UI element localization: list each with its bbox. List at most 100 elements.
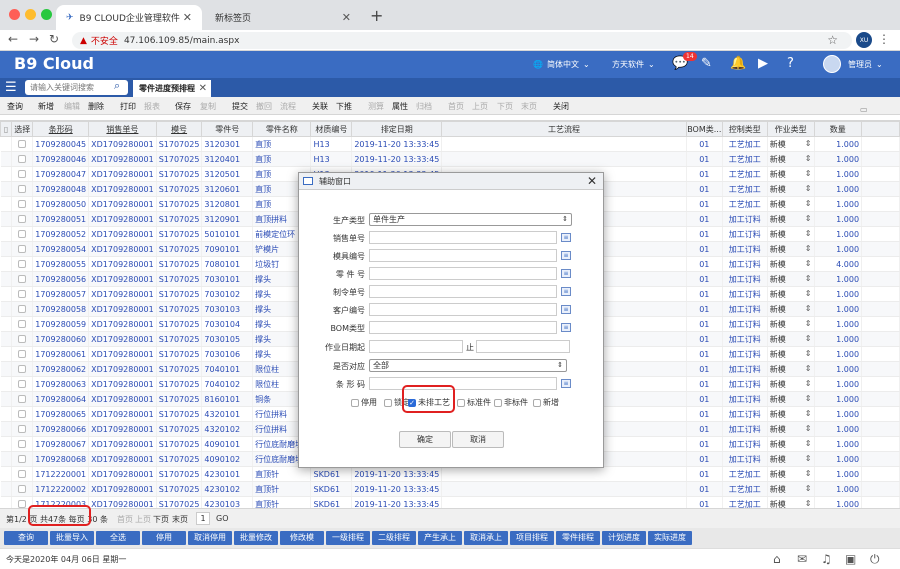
grid-header-5[interactable]: 零件名称 — [252, 121, 312, 137]
order-no-input[interactable] — [369, 285, 557, 298]
row-checkbox-cell[interactable] — [11, 406, 34, 422]
row-checkbox-cell[interactable] — [11, 481, 34, 497]
prod-type-select[interactable]: 单件生产 ⇕ — [369, 213, 572, 226]
grid-header-10[interactable]: 控制类型 — [721, 121, 768, 137]
toolbar-button-6[interactable]: 保存 — [175, 101, 191, 112]
toolbar-button-5[interactable]: 报表 — [144, 101, 160, 112]
action-button-2[interactable]: 全选 — [96, 531, 140, 545]
toolbar-button-2[interactable]: 编辑 — [64, 101, 80, 112]
row-checkbox-cell[interactable] — [11, 466, 34, 482]
row-checkbox-cell[interactable] — [11, 376, 34, 392]
sales-no-input[interactable] — [369, 231, 557, 244]
row-checkbox[interactable] — [18, 455, 27, 463]
row-checkbox-cell[interactable] — [11, 346, 34, 362]
action-button-1[interactable]: 批量导入 — [50, 531, 94, 545]
row-checkbox[interactable] — [18, 200, 27, 208]
toolbar-button-15[interactable]: 归档 — [416, 101, 432, 112]
part-no-input[interactable] — [369, 267, 557, 280]
work-type-select[interactable]: 新模 — [770, 380, 786, 389]
row-checkbox[interactable] — [18, 245, 27, 253]
dialog-close-icon[interactable]: ✕ — [587, 173, 597, 190]
pager-last-button[interactable]: 末页 — [172, 514, 188, 525]
window-close-button[interactable] — [9, 9, 20, 20]
row-checkbox-cell[interactable] — [11, 256, 34, 272]
work-type-select[interactable]: 新模 — [770, 425, 786, 434]
row-checkbox-cell[interactable] — [11, 166, 34, 182]
collapse-icon[interactable]: ▭ — [860, 105, 868, 114]
option-4[interactable]: 非标件 — [494, 397, 528, 408]
toolbar-button-20[interactable]: 关闭 — [553, 101, 569, 112]
table-row[interactable]: 1712220002 XD1709280001 S1707025 4230102 直顶针… — [0, 481, 900, 497]
row-checkbox[interactable] — [18, 395, 27, 403]
work-type-select[interactable]: 新模 — [770, 260, 786, 269]
toolbar-button-16[interactable]: 首页 — [448, 101, 464, 112]
work-type-select[interactable]: 新模 — [770, 140, 786, 149]
row-checkbox[interactable] — [18, 230, 27, 238]
action-button-4[interactable]: 取消停用 — [188, 531, 232, 545]
row-checkbox-cell[interactable] — [11, 136, 34, 152]
row-checkbox[interactable] — [18, 155, 27, 163]
close-tab-new-icon[interactable]: ✕ — [342, 11, 351, 24]
grid-header-4[interactable]: 零件号 — [201, 121, 254, 137]
row-checkbox-cell[interactable] — [11, 151, 34, 167]
grid-header-7[interactable]: 排定日期 — [351, 121, 443, 137]
mold-no-picker-icon[interactable]: ≡ — [561, 251, 571, 260]
table-row[interactable]: 1712220001 XD1709280001 S1707025 4230101 直顶针… — [0, 466, 900, 482]
toolbar-button-10[interactable]: 流程 — [280, 101, 296, 112]
part-no-picker-icon[interactable]: ≡ — [561, 269, 571, 278]
action-button-3[interactable]: 停用 — [142, 531, 186, 545]
row-checkbox[interactable] — [18, 275, 27, 283]
pager-prev-button[interactable]: 上页 — [135, 514, 151, 525]
row-checkbox[interactable] — [18, 305, 27, 313]
bom-type-picker-icon[interactable]: ≡ — [561, 323, 571, 332]
row-checkbox-cell[interactable] — [11, 316, 34, 332]
work-type-select[interactable]: 新模 — [770, 185, 786, 194]
toolbar-button-19[interactable]: 末页 — [521, 101, 537, 112]
work-type-select[interactable]: 新模 — [770, 440, 786, 449]
toolbar-button-17[interactable]: 上页 — [472, 101, 488, 112]
power-icon[interactable]: ⏻ — [870, 552, 880, 567]
row-checkbox-cell[interactable] — [11, 331, 34, 347]
pager-next-button[interactable]: 下页 — [153, 514, 169, 525]
row-checkbox[interactable] — [18, 440, 27, 448]
user-menu[interactable]: 管理员 ⌄ — [848, 59, 883, 70]
row-checkbox[interactable] — [18, 170, 27, 178]
toolbar-button-11[interactable]: 关联 — [312, 101, 328, 112]
table-row[interactable]: 1709280046 XD1709280001 S1707025 3120401 直顶 H… — [0, 151, 900, 167]
action-button-0[interactable]: 查询 — [4, 531, 48, 545]
row-checkbox[interactable] — [18, 425, 27, 433]
bell-icon[interactable]: 🔔 — [730, 56, 746, 71]
option-0[interactable]: 停用 — [351, 397, 377, 408]
pager-page-input[interactable]: 1 — [196, 512, 210, 525]
row-checkbox-cell[interactable] — [11, 271, 34, 287]
toolbar-button-1[interactable]: 新增 — [38, 101, 54, 112]
row-checkbox-cell[interactable] — [11, 196, 34, 212]
action-button-8[interactable]: 二级排程 — [372, 531, 416, 545]
pager-go-button[interactable]: GO — [216, 514, 229, 523]
row-checkbox-cell[interactable] — [11, 421, 34, 437]
work-type-select[interactable]: 新模 — [770, 500, 786, 509]
browser-tab-active[interactable]: ✈ B9 CLOUD企业管理软件 ✕ — [56, 5, 202, 30]
window-minimize-button[interactable] — [25, 9, 36, 20]
grid-header-6[interactable]: 材质编号 — [310, 121, 353, 137]
action-button-7[interactable]: 一级排程 — [326, 531, 370, 545]
toolbar-button-9[interactable]: 撤回 — [256, 101, 272, 112]
company-select[interactable]: 方天软件 ⌄ — [612, 59, 655, 70]
row-checkbox[interactable] — [18, 470, 27, 478]
toolbar-button-4[interactable]: 打印 — [120, 101, 136, 112]
bookmark-star-icon[interactable]: ☆ — [827, 33, 838, 47]
row-checkbox-cell[interactable] — [11, 181, 34, 197]
work-type-select[interactable]: 新模 — [770, 200, 786, 209]
row-checkbox[interactable] — [18, 485, 27, 493]
work-type-select[interactable]: 新模 — [770, 485, 786, 494]
grid-header-1[interactable]: 条形码 — [32, 121, 90, 137]
action-button-9[interactable]: 产生承上 — [418, 531, 462, 545]
row-checkbox-cell[interactable] — [11, 451, 34, 467]
row-checkbox-cell[interactable] — [11, 226, 34, 242]
action-button-11[interactable]: 项目排程 — [510, 531, 554, 545]
work-type-select[interactable]: 新模 — [770, 275, 786, 284]
grid-header-9[interactable]: BOM类... — [685, 121, 723, 137]
work-type-select[interactable]: 新模 — [770, 470, 786, 479]
grid-header-12[interactable]: 数量 — [813, 121, 863, 137]
language-select[interactable]: 🌐 简体中文 ⌄ — [533, 59, 590, 70]
